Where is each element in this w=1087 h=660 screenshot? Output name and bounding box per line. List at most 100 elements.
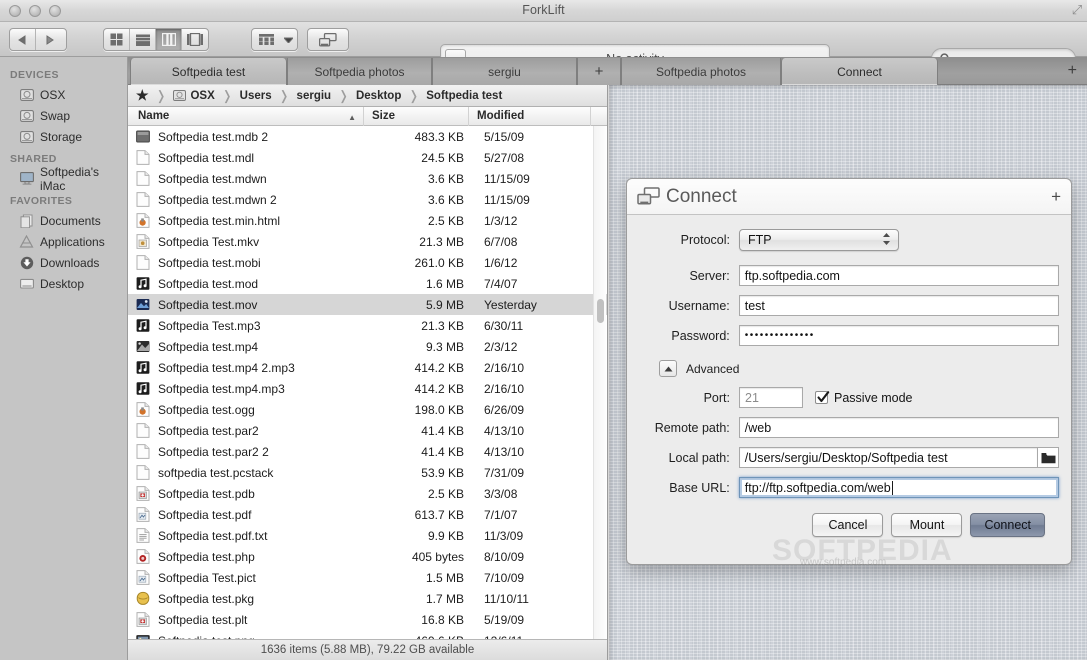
favorites-star-icon[interactable]: ★ bbox=[134, 85, 151, 107]
table-row[interactable]: Softpedia test.mdl 24.5 KB 5/27/08 bbox=[128, 147, 607, 168]
local-path-input[interactable]: /Users/sergiu/Desktop/Softpedia test bbox=[738, 447, 1039, 468]
share-connect-button[interactable] bbox=[307, 28, 349, 51]
column-view-icon[interactable] bbox=[156, 29, 182, 50]
php-file-icon bbox=[128, 549, 158, 564]
table-row[interactable]: Softpedia test.pdb 2.5 KB 3/3/08 bbox=[128, 483, 607, 504]
red-doc-file-icon bbox=[128, 612, 158, 627]
column-header-name[interactable]: Name ▲ bbox=[128, 106, 364, 126]
table-row[interactable]: Softpedia test.mod 1.6 MB 7/4/07 bbox=[128, 273, 607, 294]
column-header-label: Modified bbox=[477, 110, 525, 122]
remote-path-input[interactable]: /web bbox=[738, 417, 1059, 438]
table-row[interactable]: Softpedia test.par2 41.4 KB 4/13/10 bbox=[128, 420, 607, 441]
resize-grip-icon[interactable]: ⤢ bbox=[1070, 3, 1084, 17]
table-row[interactable]: Softpedia test.mp4 9.3 MB 2/3/12 bbox=[128, 336, 607, 357]
cancel-button[interactable]: Cancel bbox=[812, 513, 884, 537]
file-name: softpedia test.pcstack bbox=[158, 465, 274, 480]
sidebar-item-osx[interactable]: OSX bbox=[0, 84, 127, 105]
table-row[interactable]: Softpedia test.par2 2 41.4 KB 4/13/10 bbox=[128, 441, 607, 462]
password-row: Password: •••••••••••••• bbox=[627, 325, 1059, 346]
tab-sergiu[interactable]: sergiu bbox=[432, 58, 577, 85]
checkmark-icon bbox=[817, 391, 830, 403]
disclosure-triangle-up-icon[interactable] bbox=[659, 360, 677, 377]
folder-icon[interactable] bbox=[1038, 447, 1059, 468]
table-row[interactable]: Softpedia test.mp4 2.mp3 414.2 KB 2/16/10 bbox=[128, 357, 607, 378]
tab-connect[interactable]: Connect bbox=[781, 58, 938, 85]
username-input[interactable]: test bbox=[738, 295, 1059, 316]
list-view-icon[interactable] bbox=[130, 29, 156, 50]
add-bookmark-button[interactable]: + bbox=[1051, 187, 1061, 207]
html-file-icon bbox=[128, 213, 158, 228]
arrange-button[interactable] bbox=[251, 28, 298, 51]
table-row[interactable]: Softpedia test.ogg 198.0 KB 6/26/09 bbox=[128, 399, 607, 420]
file-name: Softpedia test.par2 bbox=[158, 423, 259, 438]
blank-file-icon bbox=[128, 171, 158, 186]
table-row[interactable]: Softpedia test.png469.6 KB12/6/11 bbox=[128, 630, 607, 639]
icon-view-icon[interactable] bbox=[104, 29, 130, 50]
advanced-disclosure-row[interactable]: Advanced bbox=[659, 360, 1059, 377]
connect-button[interactable]: Connect bbox=[970, 513, 1045, 537]
base-url-input[interactable]: ftp://ftp.softpedia.com/web bbox=[738, 477, 1059, 498]
sidebar-item-softpedias-imac[interactable]: Softpedia's iMac bbox=[0, 165, 127, 193]
tab-softpedia-test[interactable]: Softpedia test bbox=[130, 58, 287, 85]
tab-softpedia-photos-2[interactable]: Softpedia photos bbox=[621, 58, 781, 85]
table-row[interactable]: Softpedia test.php 405 bytes 8/10/09 bbox=[128, 546, 607, 567]
file-name: Softpedia test.mdl bbox=[158, 150, 255, 165]
sidebar-item-applications[interactable]: Applications bbox=[0, 231, 127, 252]
breadcrumb-separator: ❭ bbox=[221, 87, 233, 103]
sidebar-item-downloads[interactable]: Downloads bbox=[0, 252, 127, 273]
file-browser-pane: ★ ❭ OSX ❭ Users ❭ sergiu ❭ Desktop ❭ Sof… bbox=[128, 85, 608, 660]
base-url-row: Base URL: ftp://ftp.softpedia.com/web bbox=[627, 477, 1059, 498]
sidebar-item-storage[interactable]: Storage bbox=[0, 126, 127, 147]
column-header-size[interactable]: Size bbox=[364, 106, 469, 126]
coverflow-view-icon[interactable] bbox=[182, 29, 208, 50]
sidebar-item-documents[interactable]: Documents bbox=[0, 210, 127, 231]
forward-arrow-icon[interactable] bbox=[36, 29, 62, 50]
file-size: 5.9 MB bbox=[425, 297, 464, 312]
table-row[interactable]: Softpedia test.pkg 1.7 MB 11/10/11 bbox=[128, 588, 607, 609]
file-modified: 11/15/09 bbox=[484, 171, 530, 186]
tab-add-button-left[interactable]: + bbox=[577, 58, 621, 85]
blank-file-icon bbox=[128, 255, 158, 270]
scrollbar-thumb[interactable] bbox=[597, 299, 604, 323]
sidebar-item-swap[interactable]: Swap bbox=[0, 105, 127, 126]
file-list-scrollbar[interactable] bbox=[593, 126, 606, 639]
table-row[interactable]: Softpedia test.plt 16.8 KB 5/19/09 bbox=[128, 609, 607, 630]
mount-button[interactable]: Mount bbox=[891, 513, 963, 537]
table-row[interactable]: Softpedia test.mdwn 3.6 KB 11/15/09 bbox=[128, 168, 607, 189]
table-row[interactable]: Softpedia test.min.html 2.5 KB 1/3/12 bbox=[128, 210, 607, 231]
table-row[interactable]: Softpedia test.pdf 613.7 KB 7/1/07 bbox=[128, 504, 607, 525]
password-input[interactable]: •••••••••••••• bbox=[738, 325, 1059, 346]
file-name: Softpedia test.min.html bbox=[158, 213, 281, 228]
breadcrumb-item-users[interactable]: Users bbox=[238, 85, 274, 107]
table-row[interactable]: Softpedia test.mdb 2 483.3 KB 5/15/09 bbox=[128, 126, 607, 147]
table-row[interactable]: Softpedia test.mdwn 2 3.6 KB 11/15/09 bbox=[128, 189, 607, 210]
file-name: Softpedia test.mobi bbox=[158, 255, 261, 270]
back-arrow-icon[interactable] bbox=[10, 29, 36, 50]
breadcrumb-item-osx[interactable]: OSX bbox=[171, 85, 216, 107]
table-row[interactable]: Softpedia Test.pict 1.5 MB 7/10/09 bbox=[128, 567, 607, 588]
protocol-select[interactable]: FTP bbox=[739, 229, 899, 251]
tab-softpedia-photos-1[interactable]: Softpedia photos bbox=[287, 58, 432, 85]
tab-bar: Softpedia test Softpedia photos sergiu +… bbox=[0, 57, 1087, 85]
tab-add-button-right[interactable]: + bbox=[1068, 62, 1077, 80]
column-header-modified[interactable]: Modified bbox=[469, 106, 591, 126]
breadcrumb-item-desktop[interactable]: Desktop bbox=[354, 85, 403, 107]
table-row[interactable]: Softpedia test.mobi 261.0 KB 1/6/12 bbox=[128, 252, 607, 273]
breadcrumb-item-sergiu[interactable]: sergiu bbox=[295, 85, 334, 107]
table-row[interactable]: Softpedia test.pdf.txt 9.9 KB 11/3/09 bbox=[128, 525, 607, 546]
server-input[interactable]: ftp.softpedia.com bbox=[738, 265, 1059, 286]
table-row[interactable]: Softpedia test.mp4.mp3 414.2 KB 2/16/10 bbox=[128, 378, 607, 399]
applications-folder-icon bbox=[18, 234, 35, 249]
table-row[interactable]: Softpedia test.mov 5.9 MB Yesterday bbox=[128, 294, 607, 315]
port-input[interactable]: 21 bbox=[739, 387, 803, 408]
pdf-file-icon bbox=[128, 507, 158, 522]
table-row[interactable]: Softpedia Test.mp3 21.3 KB 6/30/11 bbox=[128, 315, 607, 336]
file-list[interactable]: Softpedia test.mdb 2 483.3 KB 5/15/09 Softp… bbox=[128, 126, 607, 639]
window-titlebar: ForkLift ⤢ bbox=[0, 0, 1087, 22]
sidebar-item-label: OSX bbox=[40, 87, 66, 102]
table-row[interactable]: Softpedia Test.mkv 21.3 MB 6/7/08 bbox=[128, 231, 607, 252]
passive-mode-checkbox[interactable]: Passive mode bbox=[815, 391, 913, 405]
sidebar-item-desktop[interactable]: Desktop bbox=[0, 273, 127, 294]
breadcrumb-item-softpedia-test[interactable]: Softpedia test bbox=[424, 85, 504, 107]
table-row[interactable]: softpedia test.pcstack 53.9 KB 7/31/09 bbox=[128, 462, 607, 483]
